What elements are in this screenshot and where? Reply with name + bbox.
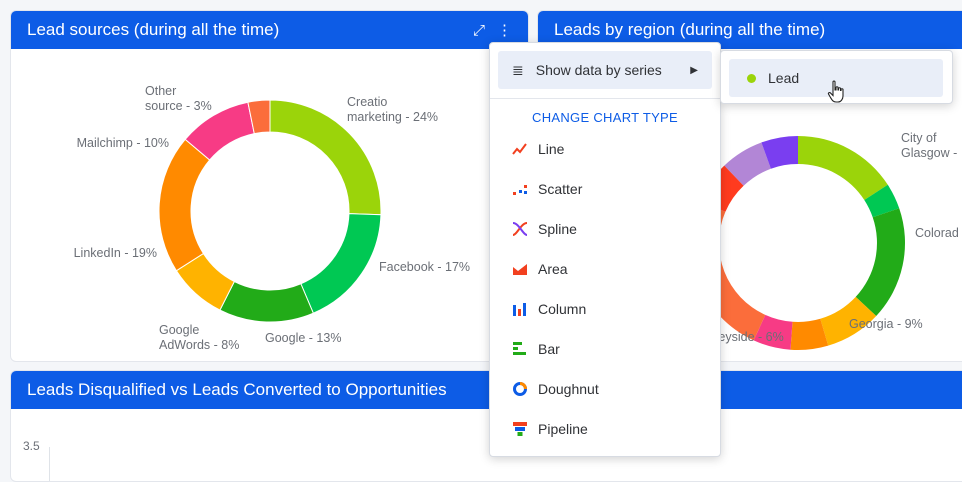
menu-item-label: Show data by series [535, 62, 662, 78]
widget-title: Lead sources (during all the time) [27, 20, 280, 39]
slice-label: Other source - 3% [145, 84, 212, 113]
hand-cursor-icon [827, 80, 844, 103]
menu-item-label: Column [538, 301, 587, 317]
slice-label: Google AdWords - 8% [159, 323, 239, 352]
doughnut-segment[interactable] [300, 213, 382, 314]
chart-type-line[interactable]: Line [490, 129, 720, 169]
region-label: City of Glasgow - [901, 131, 957, 160]
doughnut-chart-icon [513, 382, 527, 396]
disqualified-vs-converted-widget: Leads Disqualified vs Leads Converted to… [10, 370, 962, 482]
chevron-right-icon: ▶ [690, 64, 698, 76]
widget-title: Leads by region (during all the time) [554, 20, 826, 39]
line-chart-icon [512, 143, 527, 155]
menu-item-label: Bar [538, 341, 560, 357]
area-chart-icon [513, 264, 527, 275]
menu-item-label: Doughnut [538, 381, 599, 397]
menu-item-label: Line [538, 141, 565, 157]
region-segment [798, 136, 888, 200]
pipeline-chart-icon [513, 422, 527, 436]
widget-header: Lead sources (during all the time) ⤢ ⋮ [11, 11, 528, 49]
bar-chart-icon [513, 342, 526, 355]
chart-options-menu: ≣ Show data by series ▶ CHANGE CHART TYP… [489, 42, 721, 457]
chart-type-column[interactable]: Column [490, 289, 720, 329]
scatter-chart-icon [513, 185, 527, 195]
menu-item-label: Pipeline [538, 421, 588, 437]
slice-label: Facebook - 17% [379, 260, 470, 274]
chart-type-bar[interactable]: Bar [490, 329, 720, 369]
menu-item-label: Area [538, 261, 568, 277]
slice-label: Mailchimp - 10% [77, 136, 169, 150]
menu-item-label: Scatter [538, 181, 583, 197]
chart-type-doughnut[interactable]: Doughnut [490, 369, 720, 409]
doughnut-segment[interactable] [158, 138, 211, 272]
y-axis-line [49, 447, 50, 481]
widget-header: Leads Disqualified vs Leads Converted to… [11, 371, 962, 409]
menu-item-label: Spline [538, 221, 577, 237]
y-axis-tick: 3.5 [23, 439, 40, 453]
change-chart-type-heading: CHANGE CHART TYPE [532, 110, 678, 125]
lead-sources-doughnut: Creatio marketing - 24% Facebook - 17% Goog… [74, 84, 470, 352]
chart-type-scatter[interactable]: Scatter [490, 169, 720, 209]
spline-chart-icon [512, 222, 528, 236]
doughnut-segment[interactable] [219, 280, 314, 323]
chart-type-spline[interactable]: Spline [490, 209, 720, 249]
expand-icon[interactable]: ⤢ [473, 22, 485, 39]
region-label: Colorad [915, 226, 959, 240]
slice-label: Google - 13% [265, 331, 341, 345]
series-list-icon: ≣ [512, 61, 524, 78]
more-options-icon[interactable]: ⋮ [497, 21, 512, 39]
lead-sources-widget: Lead sources (during all the time) ⤢ ⋮ C… [10, 10, 529, 362]
column-chart-icon [513, 303, 526, 316]
slice-label: LinkedIn - 19% [74, 246, 157, 260]
region-label: Georgia - 9% [849, 317, 923, 331]
series-color-dot [747, 73, 756, 83]
chart-type-pipeline[interactable]: Pipeline [490, 409, 720, 449]
chart-type-area[interactable]: Area [490, 249, 720, 289]
slice-label: Creatio marketing - 24% [347, 95, 438, 124]
region-segment [855, 208, 906, 316]
show-data-by-series-item[interactable]: ≣ Show data by series ▶ [498, 51, 712, 89]
series-label: Lead [768, 70, 800, 86]
